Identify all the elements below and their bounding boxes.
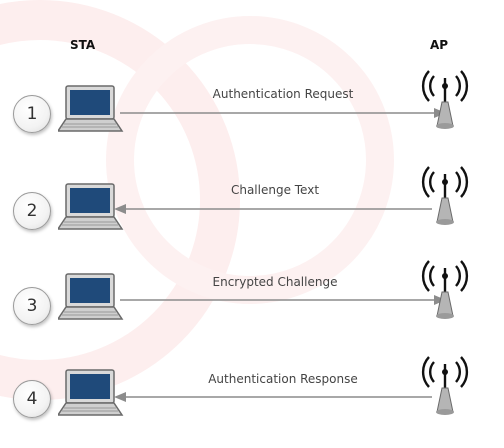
laptop-icon (56, 84, 124, 140)
message-label-3: Encrypted Challenge (212, 275, 338, 289)
step-number-1: 1 (13, 95, 51, 133)
wireless-ap-icon (420, 256, 470, 324)
ap-header: AP (430, 38, 449, 52)
message-label-4: Authentication Response (208, 372, 358, 386)
diagram-canvas: STA AP 1 Authentication Request 2 Challe… (0, 0, 504, 448)
arrow-ap-to-sta-4 (114, 392, 432, 402)
laptop-icon (56, 272, 124, 328)
arrow-sta-to-ap-3 (120, 295, 446, 305)
wireless-ap-icon (420, 66, 470, 134)
message-label-1: Authentication Request (212, 87, 354, 101)
arrow-ap-to-sta-2 (114, 204, 432, 214)
wireless-ap-icon (420, 162, 470, 230)
sta-header: STA (70, 38, 96, 52)
step-number-2: 2 (13, 192, 51, 230)
step-number-4: 4 (13, 380, 51, 418)
wireless-ap-icon (420, 352, 470, 420)
arrow-sta-to-ap-1 (120, 108, 446, 118)
step-number-3: 3 (13, 287, 51, 325)
message-label-2: Challenge Text (230, 183, 320, 197)
